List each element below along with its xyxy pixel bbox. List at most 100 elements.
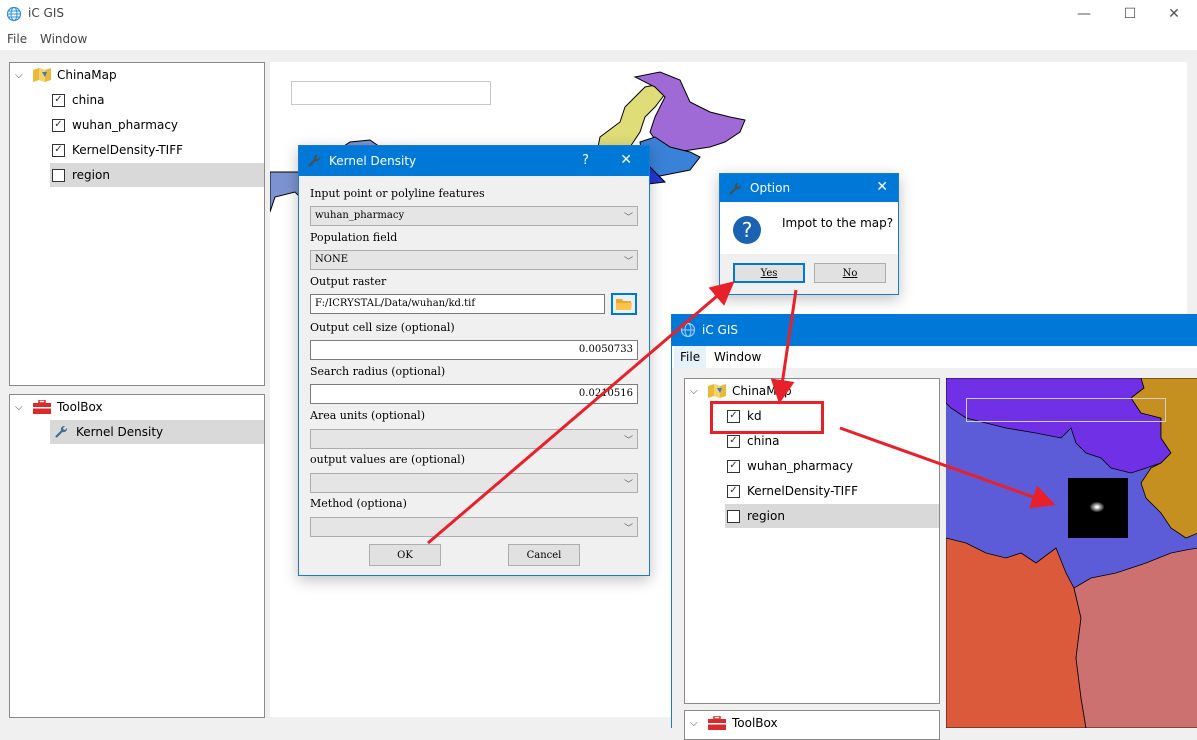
input-features-label: Input point or polyline features	[310, 187, 485, 200]
kernel-density-raster	[1068, 478, 1128, 538]
map-icon	[33, 68, 51, 82]
result-toolbox-panel: ⌵ ToolBox	[684, 710, 940, 740]
search-radius-input[interactable]: 0.0210516	[310, 384, 638, 404]
map-search-box[interactable]	[966, 398, 1166, 422]
yes-label: Yes	[760, 267, 778, 279]
option-title: Option	[750, 181, 791, 195]
cancel-button[interactable]: Cancel	[508, 544, 580, 566]
option-close-button[interactable]: ✕	[876, 179, 888, 195]
menu-window[interactable]: Window	[714, 350, 761, 364]
layer-item[interactable]: ✓ KernelDensity-TIFF	[727, 479, 939, 503]
layer-item[interactable]: region	[50, 163, 264, 187]
chevron-down-icon: ﹀	[623, 213, 633, 223]
chevron-down-icon[interactable]: ⌵	[690, 386, 700, 397]
tree-root-label: ToolBox	[57, 400, 103, 414]
window-title: iC GIS	[28, 6, 64, 20]
region-southeast	[1073, 547, 1197, 728]
layer-checkbox[interactable]: ✓	[727, 459, 740, 473]
search-radius-label: Search radius (optional)	[310, 365, 446, 378]
main-titlebar: iC GIS — ☐ ✕	[0, 0, 1197, 28]
menubar: File Window	[0, 28, 1197, 50]
map-icon	[708, 384, 726, 398]
tool-item-kernel-density[interactable]: Kernel Density	[50, 420, 264, 444]
option-body: ? Impot to the map?	[720, 202, 898, 254]
chevron-down-icon: ﹀	[623, 524, 633, 534]
layer-item[interactable]: region	[725, 504, 939, 528]
result-window-title: iC GIS	[702, 323, 738, 337]
yes-button[interactable]: Yes	[733, 263, 805, 283]
cell-size-input[interactable]: 0.0050733	[310, 340, 638, 360]
kernel-density-dialog: Kernel Density ? ✕ Input point or polyli…	[298, 145, 650, 576]
output-raster-label: Output raster	[310, 275, 387, 288]
layer-item[interactable]: ✓ KernelDensity-TIFF	[52, 138, 264, 162]
browse-button[interactable]	[611, 293, 637, 315]
method-select[interactable]: ﹀	[310, 517, 638, 537]
dialog-title: Kernel Density	[329, 154, 417, 168]
tree-root-toolbox[interactable]: ⌵ ToolBox	[690, 711, 778, 735]
chevron-down-icon[interactable]: ⌵	[15, 402, 25, 413]
menu-window[interactable]: Window	[40, 32, 87, 46]
menu-file[interactable]: File	[7, 32, 27, 46]
input-features-value: wuhan_pharmacy	[315, 210, 405, 221]
layer-label: china	[72, 93, 105, 107]
layer-checkbox[interactable]	[727, 509, 740, 523]
layer-item[interactable]: ✓ wuhan_pharmacy	[727, 454, 939, 478]
folder-icon	[616, 298, 632, 310]
tree-root-label: ChinaMap	[57, 68, 117, 82]
layer-checkbox[interactable]: ✓	[52, 118, 65, 132]
tree-root-chinamap[interactable]: ⌵ ChinaMap	[15, 63, 117, 87]
help-button[interactable]: ?	[582, 153, 589, 168]
minimize-button[interactable]: —	[1061, 0, 1107, 28]
chevron-down-icon: ﹀	[623, 436, 633, 446]
svg-text:?: ?	[742, 218, 753, 242]
input-features-select[interactable]: wuhan_pharmacy ﹀	[310, 206, 638, 226]
layer-checkbox[interactable]: ✓	[52, 143, 65, 157]
tree-root-chinamap[interactable]: ⌵ ChinaMap	[690, 379, 792, 403]
layer-checkbox[interactable]: ✓	[52, 93, 65, 107]
output-values-select[interactable]: ﹀	[310, 473, 638, 493]
layer-item[interactable]: ✓ wuhan_pharmacy	[52, 113, 264, 137]
area-units-select[interactable]: ﹀	[310, 429, 638, 449]
population-field-select[interactable]: NONE ﹀	[310, 250, 638, 270]
toolbox-panel: ⌵ ToolBox Kernel Density	[9, 394, 265, 718]
maximize-button[interactable]: ☐	[1107, 0, 1153, 28]
output-raster-input[interactable]: F:/ICRYSTAL/Data/wuhan/kd.tif	[310, 294, 605, 314]
chevron-down-icon[interactable]: ⌵	[15, 70, 25, 81]
population-field-value: NONE	[315, 254, 348, 265]
layer-label: wuhan_pharmacy	[72, 118, 179, 132]
wrench-icon	[308, 154, 321, 167]
wrench-icon	[729, 182, 742, 195]
method-label: Method (optiona)	[310, 497, 407, 510]
layer-item[interactable]: ✓ china	[52, 88, 264, 112]
layer-label: KernelDensity-TIFF	[747, 484, 859, 498]
no-button[interactable]: No	[814, 263, 886, 283]
population-field-label: Population field	[310, 231, 398, 244]
dialog-close-button[interactable]: ✕	[620, 152, 632, 168]
option-message: Impot to the map?	[782, 216, 894, 230]
layer-checkbox[interactable]	[52, 168, 65, 182]
close-button[interactable]: ✕	[1151, 0, 1197, 28]
wrench-icon	[55, 425, 68, 438]
layer-label: wuhan_pharmacy	[747, 459, 854, 473]
layer-checkbox[interactable]: ✓	[727, 484, 740, 498]
dialog-titlebar[interactable]: Kernel Density ? ✕	[299, 146, 649, 176]
result-window: iC GIS File Window ⌵ ChinaMap ✓ kd ✓ chi…	[671, 314, 1197, 740]
chevron-down-icon: ﹀	[623, 480, 633, 490]
ok-button[interactable]: OK	[369, 544, 441, 566]
result-menubar: File Window	[672, 346, 1197, 368]
option-titlebar[interactable]: Option ✕	[720, 174, 898, 202]
menu-file[interactable]: File	[674, 346, 707, 368]
layer-checkbox[interactable]: ✓	[727, 434, 740, 448]
result-window-titlebar[interactable]: iC GIS	[672, 314, 1197, 346]
output-values-label: output values are (optional)	[310, 453, 465, 466]
density-hotspot	[1090, 502, 1104, 512]
chevron-down-icon[interactable]: ⌵	[690, 718, 700, 729]
zoomed-map	[946, 378, 1197, 728]
layer-label: KernelDensity-TIFF	[72, 143, 184, 157]
result-map-canvas[interactable]	[946, 378, 1197, 728]
globe-icon	[6, 6, 22, 22]
tool-label: Kernel Density	[76, 425, 164, 439]
area-units-label: Area units (optional)	[310, 409, 425, 422]
tree-root-toolbox[interactable]: ⌵ ToolBox	[15, 395, 103, 419]
layer-label: region	[72, 168, 110, 182]
